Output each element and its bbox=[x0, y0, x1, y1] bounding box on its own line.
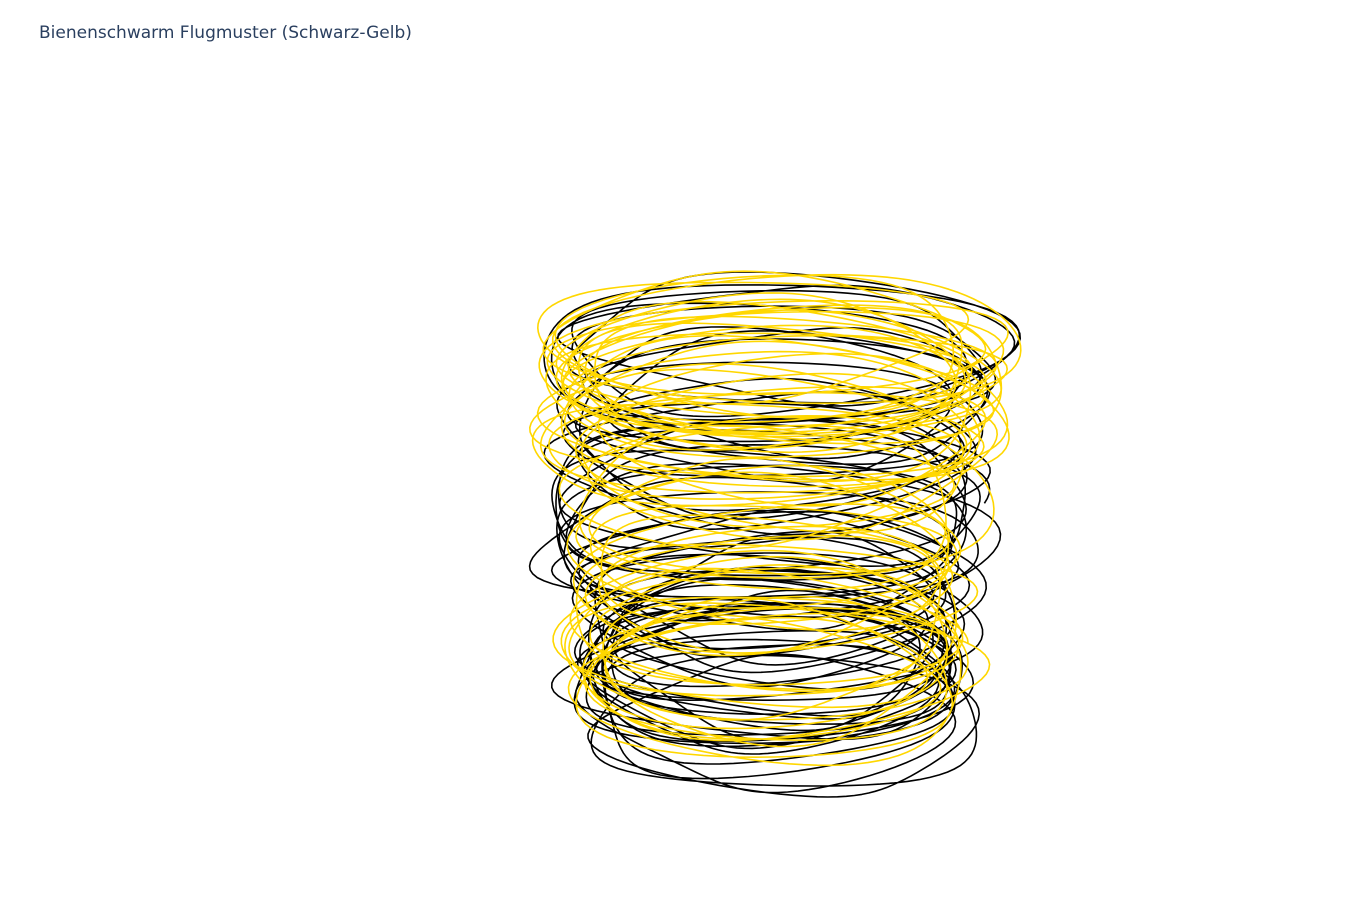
chart-plot-area[interactable] bbox=[0, 0, 1353, 917]
series-layer bbox=[528, 270, 1022, 798]
